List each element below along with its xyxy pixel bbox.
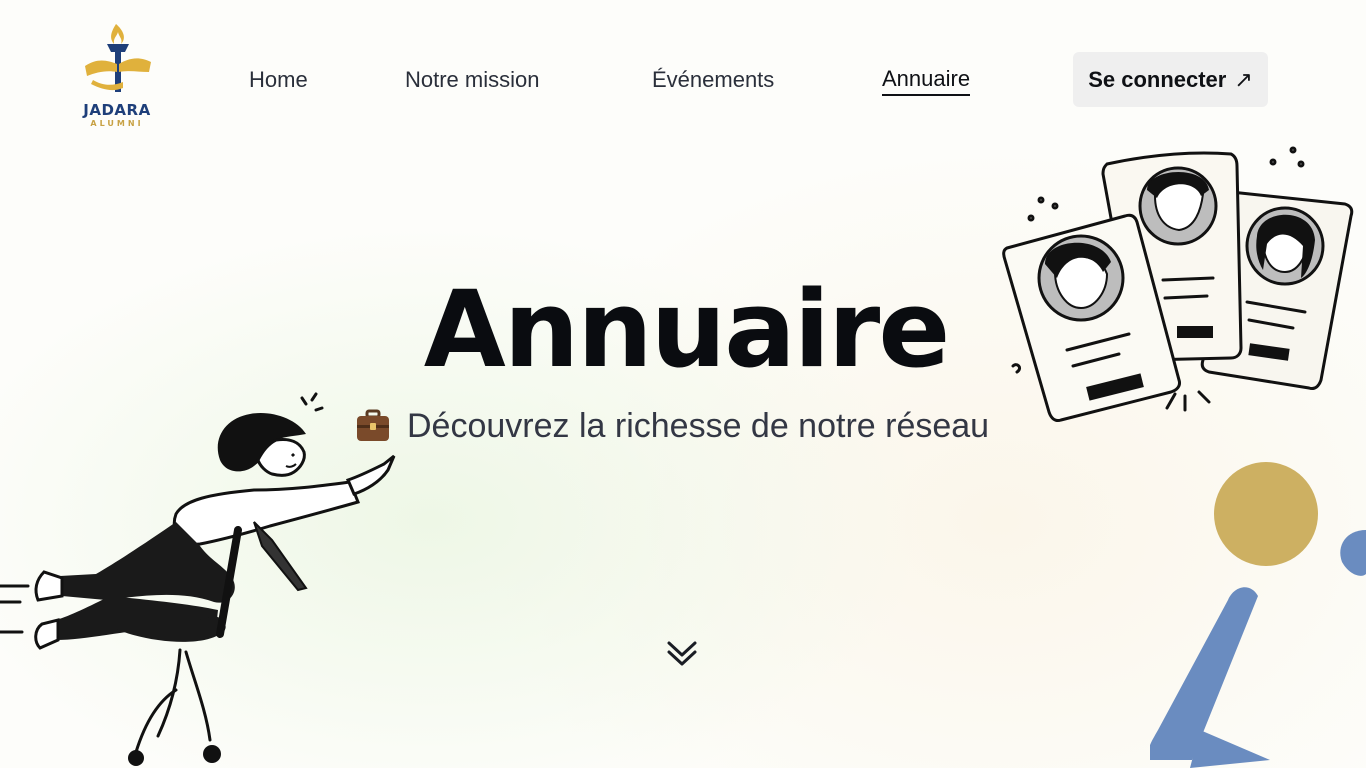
login-button[interactable]: Se connecter ↗ xyxy=(1073,52,1268,107)
logo-brand-text: JADARA xyxy=(83,101,151,119)
arrow-up-right-icon: ↗ xyxy=(1234,66,1253,92)
decorative-shapes xyxy=(1150,462,1366,768)
logo-subtext: ALUMNI xyxy=(90,119,144,128)
nav-annuaire[interactable]: Annuaire xyxy=(882,64,971,96)
flying-person-illustration xyxy=(0,392,396,766)
id-cards-illustration xyxy=(1002,146,1354,422)
nav-notre-mission[interactable]: Notre mission xyxy=(405,64,539,96)
hero-subtitle: Découvrez la richesse de notre réseau xyxy=(355,404,989,448)
login-button-label: Se connecter xyxy=(1088,66,1227,92)
hero-subtitle-text: Découvrez la richesse de notre réseau xyxy=(407,406,990,445)
nav-home[interactable]: Home xyxy=(249,64,308,96)
nav-evenements[interactable]: Événements xyxy=(652,64,774,96)
double-chevron-down-icon[interactable] xyxy=(664,636,700,672)
